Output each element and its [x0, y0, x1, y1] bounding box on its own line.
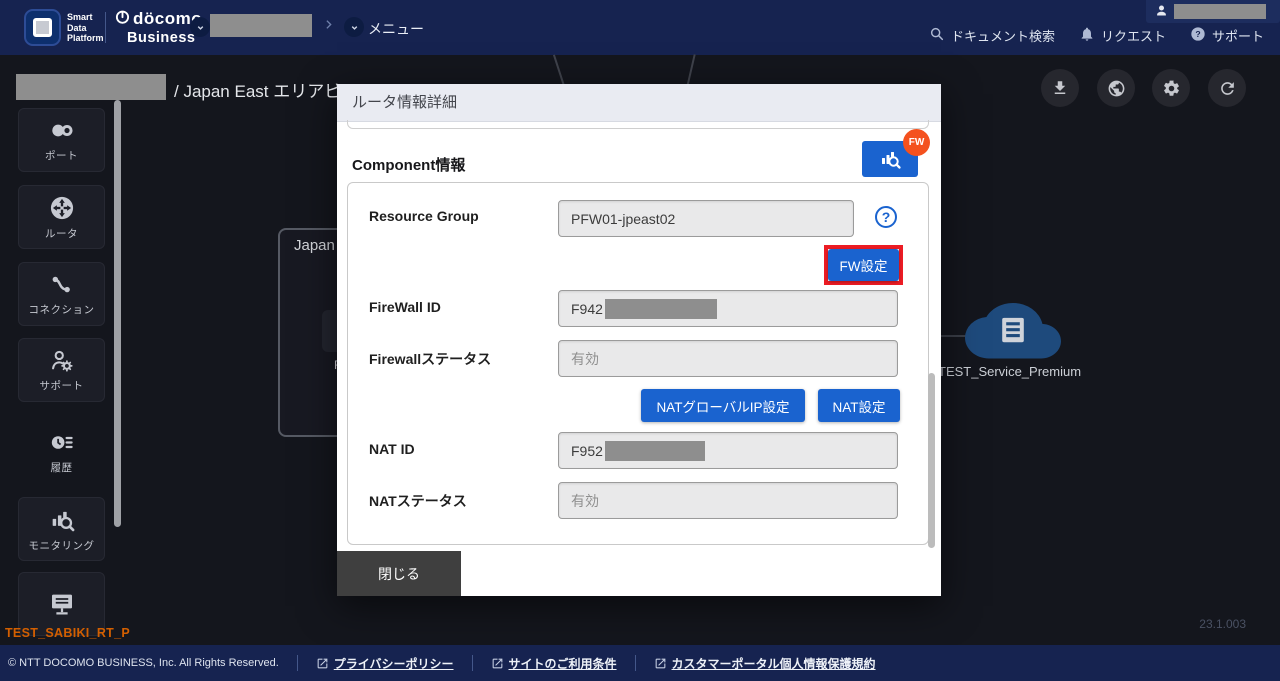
menu-button[interactable]: メニュー: [368, 19, 424, 39]
nat-status-field[interactable]: 有効: [558, 482, 898, 519]
nat-settings-button[interactable]: NAT設定: [818, 389, 900, 422]
firewall-status-field[interactable]: 有効: [558, 340, 898, 377]
firewall-status-label: Firewallステータス: [369, 349, 491, 369]
footer: © NTT DOCOMO BUSINESS, Inc. All Rights R…: [0, 645, 1280, 681]
sidebar-item-support[interactable]: サポート: [18, 338, 105, 402]
modal-title: ルータ情報詳細: [337, 84, 941, 122]
cloud-icon: [965, 296, 1061, 362]
top-nav: ドキュメント検索 リクエスト ? サポート: [929, 26, 1264, 45]
chevron-down-icon[interactable]: [190, 17, 210, 37]
refresh-icon: [1218, 79, 1237, 98]
search-icon: [929, 26, 945, 45]
product-name: Smart Data Platform: [67, 12, 104, 44]
refresh-button[interactable]: [1208, 69, 1246, 107]
copyright-text: © NTT DOCOMO BUSINESS, Inc. All Rights R…: [8, 657, 279, 669]
monitoring-icon: [878, 147, 902, 171]
breadcrumb: / Japan East エリアビ: [174, 77, 338, 102]
top-bar: Smart Data Platform döcomo Business: [0, 0, 1280, 55]
external-link-icon: [316, 657, 329, 670]
gear-icon: [1162, 79, 1181, 98]
divider: [635, 655, 636, 671]
monitoring-icon: [48, 506, 76, 534]
region-label: Japan: [294, 237, 335, 254]
settings-button[interactable]: [1152, 69, 1190, 107]
svg-text:?: ?: [1195, 29, 1200, 39]
router-icon: [48, 194, 76, 222]
app-screen: Smart Data Platform döcomo Business: [0, 0, 1280, 681]
globe-icon: [1107, 79, 1126, 98]
close-button[interactable]: 閉じる: [337, 551, 461, 596]
bell-icon: [1079, 26, 1095, 45]
topology-edge: [686, 54, 695, 87]
vertical-scrollbar[interactable]: [114, 100, 121, 527]
nat-id-label: NAT ID: [369, 441, 415, 457]
sdp-logo-icon: [24, 9, 61, 46]
docomo-clock-icon: [115, 9, 130, 29]
ports-icon: [48, 117, 75, 144]
divider: [472, 655, 473, 671]
cloud-node-label: TEST_Service_Premium: [938, 364, 1081, 379]
router-node-label: TEST_SABIKI_RT_P: [5, 626, 145, 640]
redacted-tenant-name: [210, 14, 312, 37]
help-icon[interactable]: ?: [875, 206, 897, 228]
monitor-icon: [47, 589, 77, 619]
resource-group-field[interactable]: PFW01-jpeast02: [558, 200, 854, 237]
cloud-service-node[interactable]: [965, 296, 1061, 362]
user-chip[interactable]: [1146, 0, 1280, 23]
sidebar-item-history[interactable]: 履歴: [18, 420, 105, 484]
requests-link[interactable]: リクエスト: [1079, 26, 1166, 45]
support-link[interactable]: ? サポート: [1190, 26, 1264, 45]
help-circle-icon: ?: [1190, 26, 1206, 45]
sidebar-item-connection[interactable]: コネクション: [18, 262, 105, 326]
fw-settings-button[interactable]: FW設定: [828, 249, 899, 281]
component-fieldset: Resource Group PFW01-jpeast02 ? FW設定 Fir…: [347, 182, 929, 545]
version-text: 23.1.003: [1199, 617, 1246, 631]
fw-status-badge: FW: [903, 129, 930, 156]
support-person-gear-icon: [48, 347, 75, 374]
chevron-right-icon: [322, 18, 335, 36]
router-detail-modal: ルータ情報詳細 Component情報 FW Resource Group PF…: [337, 84, 941, 596]
redacted-breadcrumb-root: [16, 74, 166, 100]
firewall-id-label: FireWall ID: [369, 299, 441, 315]
redacted-username: [1174, 4, 1266, 19]
redacted-nat-id: [605, 441, 705, 461]
globe-button[interactable]: [1097, 69, 1135, 107]
download-icon: [1051, 79, 1069, 97]
privacy-policy-link[interactable]: プライバシーポリシー: [316, 655, 454, 672]
divider: [105, 12, 106, 43]
history-icon: [48, 429, 75, 456]
sidebar-item-ports[interactable]: ポート: [18, 108, 105, 172]
topology-edge: [553, 54, 565, 86]
personal-info-policy-link[interactable]: カスタマーポータル個人情報保護規約: [654, 655, 876, 672]
external-link-icon: [491, 657, 504, 670]
nat-id-field[interactable]: F952: [558, 432, 898, 469]
firewall-id-field[interactable]: F942: [558, 290, 898, 327]
connection-icon: [48, 271, 75, 298]
chevron-down-icon[interactable]: [344, 17, 364, 37]
document-search-link[interactable]: ドキュメント検索: [929, 26, 1055, 45]
modal-scrollbar[interactable]: [928, 373, 935, 548]
download-button[interactable]: [1041, 69, 1079, 107]
sidebar-item-monitoring[interactable]: モニタリング: [18, 497, 105, 561]
nat-global-ip-settings-button[interactable]: NATグローバルIP設定: [641, 389, 805, 422]
user-icon: [1154, 3, 1169, 23]
redacted-firewall-id: [605, 299, 717, 319]
sidebar-item-router[interactable]: ルータ: [18, 185, 105, 249]
external-link-icon: [654, 657, 667, 670]
nat-status-label: NATステータス: [369, 491, 467, 511]
resource-group-label: Resource Group: [369, 208, 479, 224]
component-section-title: Component情報: [352, 154, 465, 175]
fw-button-highlight: FW設定: [824, 245, 903, 285]
divider: [297, 655, 298, 671]
terms-of-use-link[interactable]: サイトのご利用条件: [491, 655, 617, 672]
scrolled-section-edge: [347, 120, 929, 129]
